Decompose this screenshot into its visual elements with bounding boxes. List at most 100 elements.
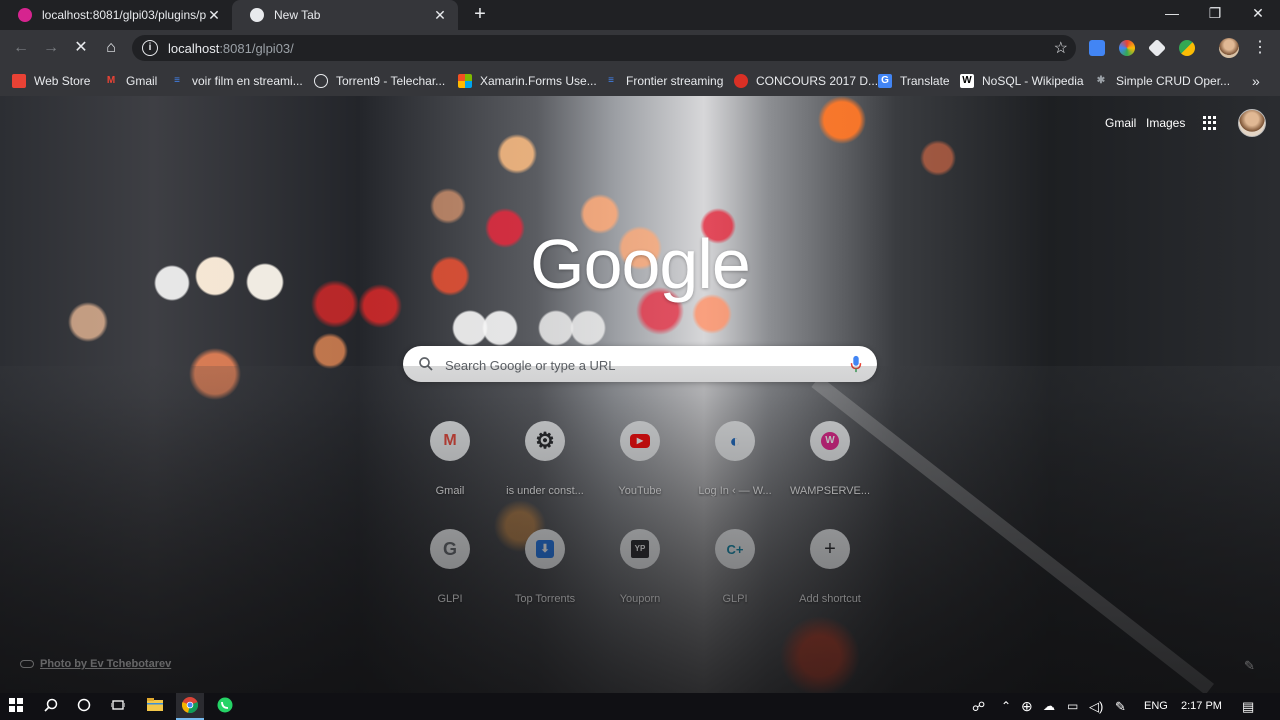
globe-icon[interactable]: ⊕ (1021, 693, 1033, 720)
apps-grid-icon[interactable] (1203, 116, 1217, 130)
task-view-icon[interactable] (108, 697, 128, 717)
microphone-icon[interactable] (849, 355, 863, 373)
bookmark-label: Frontier streaming (626, 74, 724, 88)
bookmark-gmail[interactable]: M Gmail (104, 66, 158, 96)
shortcut-label: Add shortcut (799, 593, 861, 605)
customize-pencil-icon[interactable]: ✎ (1244, 658, 1255, 674)
gmail-link[interactable]: Gmail (1105, 116, 1136, 130)
home-icon[interactable]: ⌂ (100, 37, 122, 59)
shortcut-glpi-2[interactable]: C+ GLPI (687, 529, 783, 605)
photo-credit-text: Photo by Ev Tchebotarev (40, 658, 172, 670)
shortcut-glpi[interactable]: G GLPI (402, 529, 498, 605)
shortcut-wordpress-login[interactable]: ◐ Log In ‹ — W... (687, 421, 783, 497)
forward-icon[interactable]: → (40, 37, 62, 59)
shortcut-label: Top Torrents (514, 593, 576, 605)
search-icon[interactable] (41, 697, 61, 717)
shortcut-label: GLPI (722, 593, 748, 605)
search-box[interactable] (403, 346, 877, 382)
link-icon (20, 660, 34, 668)
windows-start-icon[interactable] (6, 697, 26, 717)
bookmark-label: NoSQL - Wikipedia (982, 74, 1084, 88)
wampserver-icon (18, 8, 32, 22)
cube-extension-icon[interactable] (1147, 38, 1167, 58)
action-center-icon[interactable]: ▤ (1242, 693, 1254, 720)
tab-strip: localhost:8081/glpi03/plugins/pd ✕ New T… (0, 0, 1280, 30)
shortcut-label: GLPI (437, 593, 463, 605)
stop-loading-icon[interactable]: ✕ (70, 37, 92, 59)
back-icon[interactable]: ← (10, 37, 32, 59)
clock[interactable]: 2:17 PM (1181, 693, 1222, 720)
youporn-glyph: YP (631, 540, 649, 558)
close-tab-icon[interactable]: ✕ (206, 7, 222, 24)
file-explorer-icon[interactable] (145, 697, 165, 717)
bookmark-label: voir film en streami... (192, 74, 303, 88)
shortcut-wampserver[interactable]: W WAMPSERVE... (782, 421, 878, 497)
shortcut-label: WAMPSERVE... (789, 485, 871, 497)
profile-avatar-large[interactable] (1238, 109, 1266, 137)
tab-glpi-plugins[interactable]: localhost:8081/glpi03/plugins/pd ✕ (0, 0, 232, 30)
bookmark-label: Translate (900, 74, 950, 88)
bookmark-translate[interactable]: G Translate (878, 66, 950, 96)
site-info-icon[interactable]: i (142, 40, 158, 56)
shortcut-youporn[interactable]: YP Youporn (592, 529, 688, 605)
profile-avatar[interactable] (1219, 38, 1239, 58)
photo-credit-link[interactable]: Photo by Ev Tchebotarev (20, 658, 171, 670)
shortcut-gmail[interactable]: M Gmail (402, 421, 498, 497)
shield-extension-icon[interactable] (1179, 40, 1195, 56)
cortana-icon[interactable] (74, 697, 94, 717)
whatsapp-icon[interactable] (215, 697, 235, 717)
youtube-play-icon: ▶ (630, 434, 650, 448)
glpi-icon: G (430, 529, 470, 569)
search-input[interactable] (443, 354, 837, 376)
bookmarks-overflow-icon[interactable]: » (1252, 73, 1260, 89)
google-logo: Google (530, 225, 751, 303)
shortcut-label: YouTube (618, 485, 662, 497)
bookmark-label: CONCOURS 2017 D... (756, 74, 879, 88)
volume-icon[interactable]: ◁) (1089, 693, 1103, 720)
shortcut-label: Youporn (619, 593, 661, 605)
language-indicator[interactable]: ENG (1144, 693, 1168, 720)
windows-taskbar: ☍ ⌃ ⊕ ☁ ▭ ◁) ✎ ENG 2:17 PM ▤ (0, 693, 1280, 720)
bookmarks-bar: Web Store M Gmail ≡ voir film en streami… (0, 66, 1280, 97)
shortcut-youtube[interactable]: ▶ YouTube (592, 421, 688, 497)
color-extension-icon[interactable] (1119, 40, 1135, 56)
bookmark-torrent9[interactable]: Torrent9 - Telechar... (314, 66, 445, 96)
minimize-icon[interactable]: — (1152, 0, 1192, 28)
address-bar[interactable]: i localhost:8081/glpi03/ ☆ (132, 35, 1076, 61)
tab-new-tab[interactable]: New Tab ✕ (232, 0, 458, 30)
battery-icon[interactable]: ▭ (1067, 693, 1078, 720)
bookmark-voir-film[interactable]: ≡ voir film en streami... (170, 66, 303, 96)
bookmark-frontier[interactable]: ≡ Frontier streaming (604, 66, 723, 96)
bookmark-star-icon[interactable]: ☆ (1054, 38, 1068, 58)
film-icon: ≡ (174, 75, 180, 86)
pen-icon[interactable]: ✎ (1115, 693, 1126, 720)
bookmark-web-store[interactable]: Web Store (12, 66, 90, 96)
shortcut-label: is under const... (506, 485, 584, 497)
address-url[interactable]: localhost:8081/glpi03/ (168, 41, 294, 56)
window-close-icon[interactable]: ✕ (1238, 0, 1278, 28)
bookmark-concours[interactable]: CONCOURS 2017 D... (734, 66, 878, 96)
gmail-icon: M (430, 421, 470, 461)
google-translate-extension-icon[interactable] (1089, 40, 1105, 56)
shortcut-top-torrents[interactable]: ⬇ Top Torrents (497, 529, 593, 605)
wampserver-icon: W (810, 421, 850, 461)
bookmark-nosql[interactable]: W NoSQL - Wikipedia (960, 66, 1084, 96)
chevron-up-icon[interactable]: ⌃ (1001, 693, 1011, 720)
shortcut-under-construction[interactable]: ⚙ is under const... (497, 421, 593, 497)
youtube-icon: ▶ (620, 421, 660, 461)
chrome-icon[interactable] (180, 697, 200, 717)
bookmark-xamarin[interactable]: Xamarin.Forms Use... (458, 66, 597, 96)
add-shortcut-button[interactable]: + Add shortcut (782, 529, 878, 605)
gear-icon: ⚙ (525, 421, 565, 461)
more-menu-icon[interactable]: ⋮ (1252, 37, 1268, 59)
images-link[interactable]: Images (1146, 116, 1185, 130)
film-icon: ≡ (608, 75, 614, 86)
people-icon[interactable]: ☍ (972, 693, 985, 720)
restore-icon[interactable]: ❐ (1195, 0, 1235, 28)
close-tab-icon[interactable]: ✕ (432, 7, 448, 24)
cloud-icon[interactable]: ☁ (1043, 693, 1055, 720)
web-store-icon (12, 74, 26, 88)
bookmark-label: Simple CRUD Oper... (1116, 74, 1231, 88)
bookmark-simple-crud[interactable]: ✱ Simple CRUD Oper... (1094, 66, 1230, 96)
new-tab-icon[interactable]: + (470, 4, 490, 26)
